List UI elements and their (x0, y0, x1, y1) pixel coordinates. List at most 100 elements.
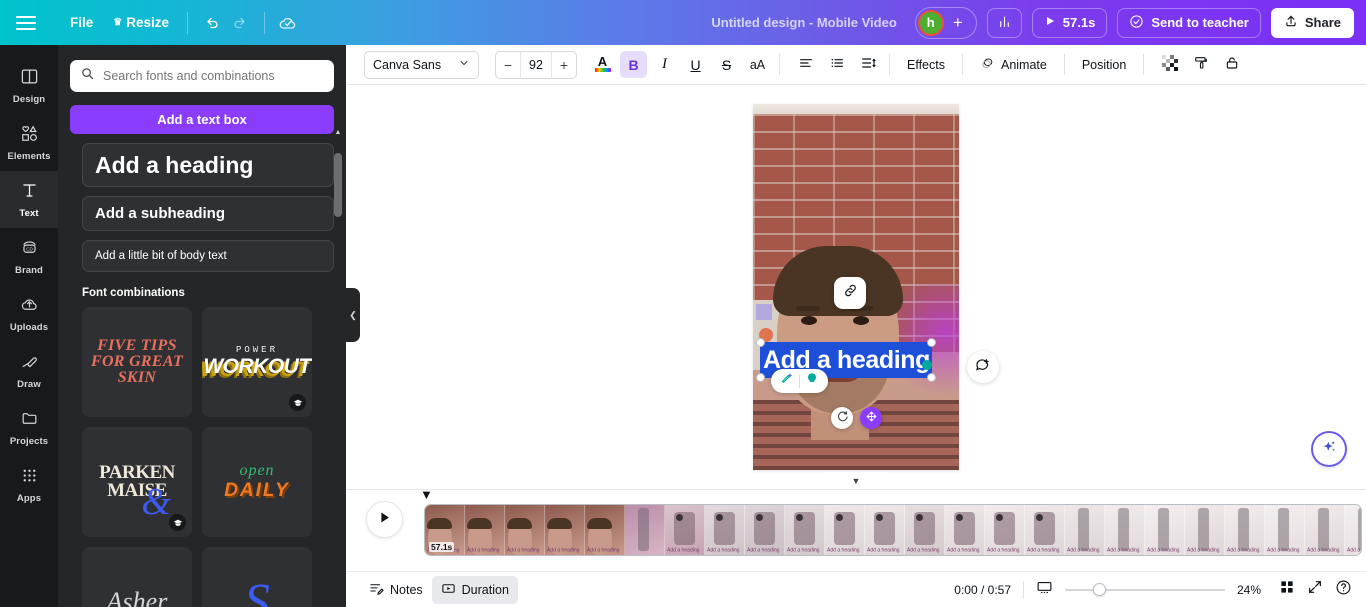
timeline-frame[interactable]: Add a heading (1065, 505, 1105, 555)
share-button[interactable]: Share (1270, 7, 1354, 38)
letter-case-button[interactable]: aA (744, 51, 771, 78)
timeline-frame[interactable]: Add a heading (1185, 505, 1225, 555)
notes-button[interactable]: Notes (360, 576, 432, 604)
combo-card-monogram[interactable]: S (202, 547, 312, 607)
sidebar-item-text[interactable]: Text (0, 171, 58, 228)
resize-button[interactable]: ♛ Resize (103, 9, 179, 36)
timeline-frame[interactable]: Add a heading (585, 505, 625, 555)
hamburger-icon[interactable] (16, 10, 42, 36)
file-menu-button[interactable]: File (60, 9, 103, 36)
sidebar-item-uploads[interactable]: Uploads (0, 285, 58, 342)
lightbulb-icon[interactable] (805, 372, 819, 391)
combo-card-parken-maise[interactable]: PARKEN MAISE & (82, 427, 192, 537)
combo-card-asher[interactable]: Asher (82, 547, 192, 607)
align-button[interactable] (792, 51, 819, 78)
timeline-frame[interactable]: Add a heading (1225, 505, 1265, 555)
timeline-filmstrip[interactable]: Add a heading Add a heading Add a heading A… (424, 504, 1362, 556)
timeline-frame[interactable]: Add a heading (1305, 505, 1345, 555)
timeline-frame[interactable]: Add a heading (1145, 505, 1185, 555)
sidebar-item-elements[interactable]: Elements (0, 114, 58, 171)
timeline-frame[interactable] (625, 505, 665, 555)
avatar[interactable]: h (917, 9, 944, 36)
effects-button[interactable]: Effects (898, 52, 954, 78)
add-comment-button[interactable] (967, 351, 999, 383)
rotate-handle[interactable] (831, 407, 853, 429)
timeline-frame[interactable]: Add a heading (785, 505, 825, 555)
add-body-text-template[interactable]: Add a little bit of body text (82, 240, 334, 272)
add-collaborator-button[interactable]: + (948, 13, 968, 33)
timeline-frame[interactable]: Add a heading (1265, 505, 1305, 555)
timeline-frame[interactable]: Add a heading (465, 505, 505, 555)
present-icon[interactable] (1036, 579, 1053, 601)
timeline-frame[interactable]: Add a heading (665, 505, 705, 555)
timeline-play-button[interactable] (366, 501, 403, 538)
animate-button[interactable]: Animate (971, 50, 1056, 80)
combo-card-five-tips[interactable]: FIVE TIPS FOR GREAT SKIN (82, 307, 192, 417)
timeline-frame[interactable]: Add a heading (945, 505, 985, 555)
timeline-frame[interactable]: Add a heading (1105, 505, 1145, 555)
link-button[interactable] (834, 277, 866, 309)
combo-card-open-daily[interactable]: open DAILY (202, 427, 312, 537)
zoom-slider-knob[interactable] (1093, 583, 1106, 596)
timeline-frame[interactable]: Add a heading (545, 505, 585, 555)
send-to-teacher-button[interactable]: Send to teacher (1117, 7, 1261, 38)
undo-icon[interactable] (196, 8, 226, 38)
fullscreen-icon[interactable] (1307, 579, 1323, 600)
position-button[interactable]: Position (1073, 52, 1135, 78)
panel-collapse-handle[interactable]: ❮ (346, 288, 360, 342)
bullet-list-button[interactable] (823, 51, 850, 78)
font-size-decrease-button[interactable]: − (496, 57, 520, 73)
font-size-increase-button[interactable]: + (552, 57, 576, 73)
font-size-input[interactable]: 92 (520, 50, 552, 79)
timeline-frame[interactable]: Add a heading (825, 505, 865, 555)
page-collapse-button[interactable]: ▼ (827, 472, 885, 489)
panel-scrollbar[interactable]: ▲ (334, 129, 342, 595)
stats-button[interactable] (986, 7, 1022, 38)
playhead-marker-icon[interactable]: ▼ (420, 488, 433, 501)
combo-card-power-workout[interactable]: POWER WORKOUT (202, 307, 312, 417)
magic-write-icon[interactable] (780, 372, 794, 391)
transparency-button[interactable] (1156, 51, 1183, 78)
timeline-frame[interactable]: Add a heading (1025, 505, 1065, 555)
redo-icon[interactable] (226, 8, 256, 38)
sidebar-item-projects[interactable]: Projects (0, 399, 58, 456)
sidebar-item-design[interactable]: Design (0, 57, 58, 114)
italic-button[interactable]: I (651, 51, 678, 78)
strikethrough-button[interactable]: S (713, 51, 740, 78)
timeline-frame[interactable]: Add a heading (985, 505, 1025, 555)
search-box[interactable] (70, 60, 334, 92)
scroll-up-icon[interactable]: ▲ (334, 129, 342, 136)
add-heading-template[interactable]: Add a heading (82, 143, 334, 187)
ai-assistant-button[interactable] (1313, 433, 1345, 465)
bold-button[interactable]: B (620, 51, 647, 78)
lock-button[interactable] (1218, 51, 1245, 78)
timeline-frame[interactable]: Add a heading (905, 505, 945, 555)
text-color-button[interactable]: A (589, 51, 616, 78)
timeline-frame[interactable]: Add a heading (865, 505, 905, 555)
scrollbar-thumb[interactable] (334, 153, 342, 217)
timeline-frame[interactable]: Add a heading (705, 505, 745, 555)
copy-style-button[interactable] (1187, 51, 1214, 78)
timeline-frame[interactable]: Add a heading (505, 505, 545, 555)
resize-handle-bottom-right[interactable] (927, 373, 936, 382)
resize-handle-top-right[interactable] (927, 338, 936, 347)
grid-view-icon[interactable] (1279, 579, 1295, 600)
search-input[interactable] (103, 69, 324, 83)
font-family-select[interactable]: Canva Sans (364, 50, 479, 79)
line-spacing-button[interactable] (854, 51, 881, 78)
timeline-frame[interactable]: Add a heading (745, 505, 785, 555)
sidebar-item-apps[interactable]: Apps (0, 456, 58, 513)
help-icon[interactable] (1335, 579, 1352, 601)
underline-button[interactable]: U (682, 51, 709, 78)
cloud-check-icon[interactable] (273, 8, 303, 38)
preview-duration-button[interactable]: 57.1s (1031, 7, 1108, 38)
canvas-area[interactable]: Add a heading ▼ (346, 85, 1366, 489)
add-subheading-template[interactable]: Add a subheading (82, 196, 334, 231)
duration-button[interactable]: Duration (431, 575, 518, 604)
sidebar-item-draw[interactable]: Draw (0, 342, 58, 399)
sidebar-item-brand[interactable]: CD Brand (0, 228, 58, 285)
add-text-box-button[interactable]: Add a text box (70, 105, 334, 134)
zoom-slider[interactable] (1065, 583, 1225, 597)
timeline-frame[interactable]: Add a heading (1345, 505, 1361, 555)
resize-handle-bottom-left[interactable] (756, 373, 765, 382)
